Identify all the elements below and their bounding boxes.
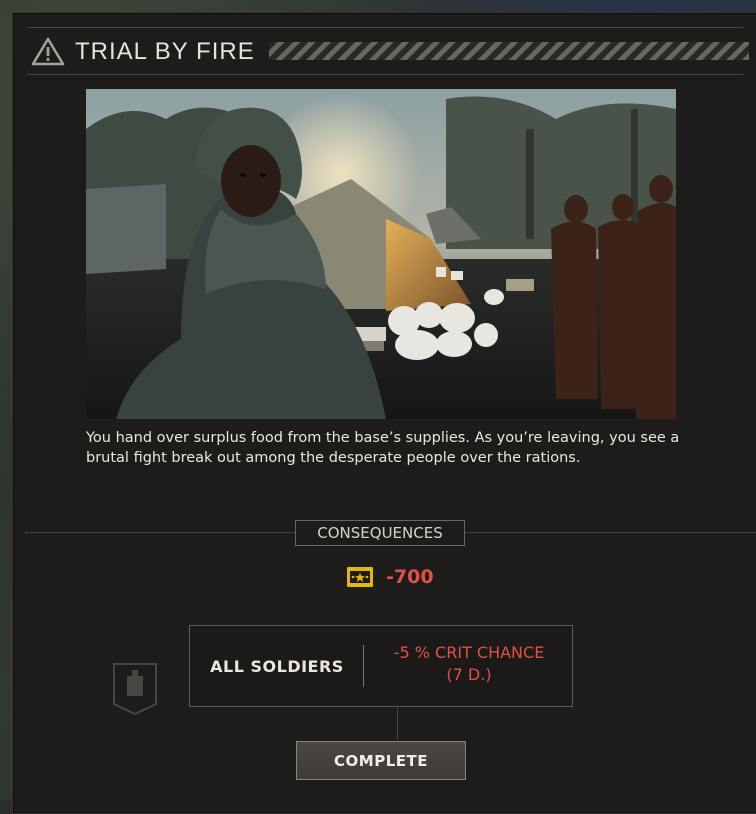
intel-currency-icon bbox=[347, 567, 373, 587]
dialog-title: TRIAL BY FIRE bbox=[75, 38, 255, 65]
resource-change: -700 bbox=[347, 565, 467, 589]
effect-description: -5 % CRIT CHANCE (7 D.) bbox=[366, 642, 572, 686]
complete-button[interactable]: COMPLETE bbox=[296, 741, 466, 780]
header-stripes bbox=[269, 42, 749, 60]
effect-line-1: -5 % CRIT CHANCE bbox=[393, 643, 545, 662]
effect-target: ALL SOLDIERS bbox=[210, 656, 344, 676]
effect-line-2: (7 D.) bbox=[446, 665, 492, 684]
base-icon bbox=[113, 663, 157, 716]
effect-divider bbox=[363, 645, 364, 687]
event-illustration bbox=[86, 89, 676, 419]
consequences-heading: CONSEQUENCES bbox=[295, 520, 465, 546]
event-story-text: You hand over surplus food from the base… bbox=[86, 430, 680, 466]
button-connector bbox=[397, 706, 398, 740]
dialog-header: TRIAL BY FIRE bbox=[27, 27, 749, 75]
resource-value: -700 bbox=[386, 566, 434, 588]
effect-box: ALL SOLDIERS -5 % CRIT CHANCE (7 D.) bbox=[189, 625, 573, 707]
warning-triangle-icon bbox=[31, 37, 65, 66]
